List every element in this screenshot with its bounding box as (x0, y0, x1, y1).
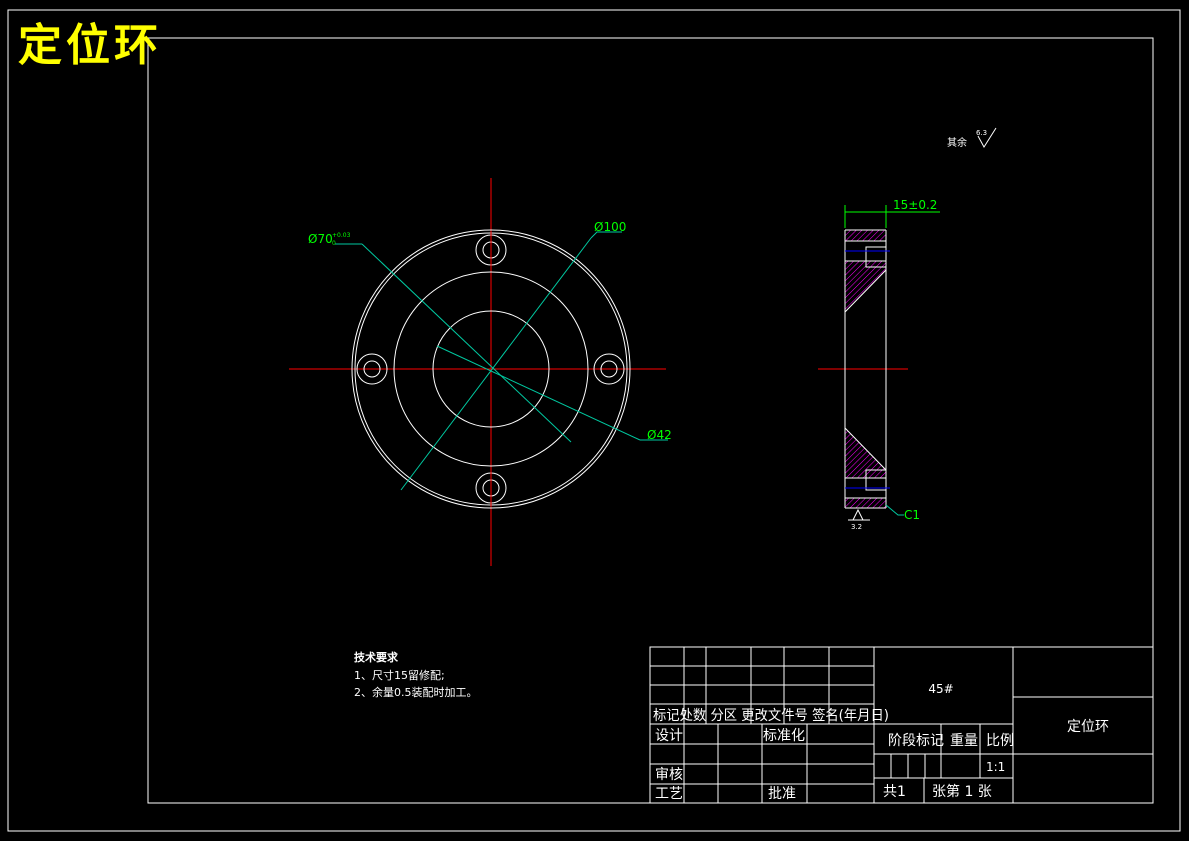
roughness-general-value: 6.3 (976, 129, 987, 137)
drawing-sheet: 定位环 Ø100 Ø70 +0.03 0 Ø42 15±0.2 C1 3.2 其… (7, 9, 1181, 832)
review-label: 审核 (655, 767, 683, 783)
approve-label: 批准 (768, 786, 796, 802)
stage-label: 阶段标记 (888, 733, 944, 749)
chamfer-leader (885, 504, 904, 516)
drawing-title: 定位环 (18, 20, 162, 71)
sheet-number: 张第 1 张 (932, 783, 992, 800)
d42-dimension-line (436, 345, 641, 441)
d42-label: Ø42 (647, 428, 672, 442)
process-label: 工艺 (655, 786, 683, 802)
bolt-hole-bottom (475, 470, 507, 506)
roughness-face-symbol (852, 508, 864, 521)
chamfer-label: C1 (904, 508, 920, 522)
d70-tolerance-lower: 0 (332, 240, 336, 247)
d100-label: Ø100 (594, 220, 626, 234)
weight-label: 重量 (950, 733, 978, 749)
outer-border (7, 9, 1181, 832)
scale-label: 比例 (986, 733, 1014, 749)
roughness-face-value: 3.2 (851, 523, 862, 531)
thickness-label: 15±0.2 (893, 198, 937, 212)
standardize-label: 标准化 (763, 728, 805, 744)
d100-dimension-line (400, 237, 592, 491)
technical-requirements: 技术要求 1、尺寸15留修配; 2、余量0.5装配时加工。 (354, 650, 478, 699)
scale-value: 1:1 (986, 760, 1005, 774)
d70-tolerance-upper: +0.03 (332, 232, 351, 239)
tech-req-item: 1、尺寸15留修配; (354, 668, 445, 682)
bolt-hole-top (475, 232, 507, 268)
d70-label: Ø70 (308, 232, 333, 246)
roughness-general-label: 其余 (947, 136, 967, 149)
d70-dimension-line (361, 243, 572, 443)
part-name: 定位环 (1067, 719, 1109, 735)
material: 45# (928, 682, 953, 696)
roughness-general: 其余 6.3 (947, 127, 997, 149)
design-label: 设计 (655, 728, 683, 744)
tech-req-item: 2、余量0.5装配时加工。 (354, 685, 478, 699)
front-view: Ø100 Ø70 +0.03 0 Ø42 (289, 178, 672, 566)
revision-header: 标记处数 分区 更改文件号 签名(年月日) (653, 707, 889, 724)
sheet-total: 共1 (883, 784, 906, 800)
section-view: 15±0.2 C1 3.2 (818, 198, 940, 531)
tech-req-heading: 技术要求 (354, 650, 399, 664)
